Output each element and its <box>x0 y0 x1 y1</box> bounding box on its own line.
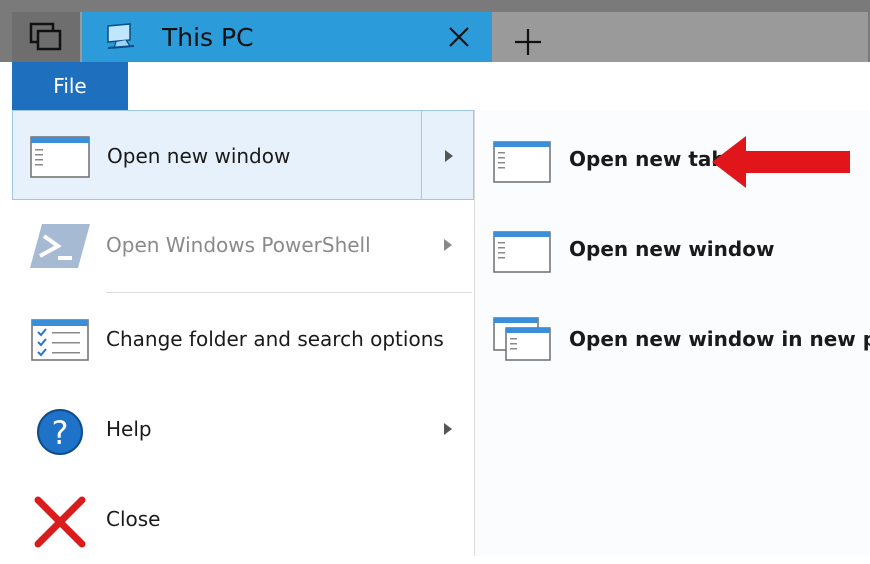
window-icon <box>493 231 551 273</box>
red-arrow-icon <box>712 136 850 188</box>
menu-item-open-powershell: Open Windows PowerShell <box>12 200 474 290</box>
ribbon-bar <box>0 62 870 111</box>
menu-item-label: Open Windows PowerShell <box>106 233 371 257</box>
this-pc-icon <box>107 23 135 49</box>
submenu-item-label: Open new window in new pr <box>569 327 870 351</box>
submenu-item-label: Open new tab <box>569 147 726 171</box>
folder-options-icon <box>31 319 89 361</box>
window-icon <box>30 136 90 178</box>
separator <box>106 292 472 293</box>
tab-this-pc[interactable]: This PC <box>82 12 492 62</box>
svg-text:?: ? <box>52 414 69 452</box>
close-red-icon <box>34 496 86 548</box>
file-tab[interactable]: File <box>12 62 128 110</box>
menu-item-help[interactable]: ? Help <box>12 384 474 474</box>
menu-item-open-new-window[interactable]: Open new window <box>12 110 474 200</box>
help-icon: ? <box>37 409 83 455</box>
tab-title: This PC <box>162 22 254 52</box>
menu-item-label: Open new window <box>107 144 291 168</box>
close-icon <box>449 27 469 47</box>
plus-icon <box>515 29 541 55</box>
window-left-edge <box>0 62 12 556</box>
task-view-button[interactable] <box>12 12 80 62</box>
chevron-right-icon[interactable] <box>442 422 454 436</box>
chevron-right-icon[interactable] <box>443 149 455 163</box>
task-view-icon <box>29 22 62 51</box>
submenu-split <box>421 111 422 199</box>
menu-item-label: Close <box>106 507 161 531</box>
menu-item-close[interactable]: Close <box>12 474 474 564</box>
powershell-icon <box>30 224 90 268</box>
submenu-item-open-new-window[interactable]: Open new window <box>475 204 870 294</box>
submenu-item-label: Open new window <box>569 237 775 261</box>
window-icon <box>493 141 551 183</box>
chevron-right-icon <box>444 239 452 251</box>
file-menu: Open new window Open Windows PowerShell … <box>12 110 475 556</box>
submenu-item-open-new-window-new-process[interactable]: Open new window in new pr <box>475 294 870 384</box>
new-tab-button[interactable] <box>508 22 548 62</box>
menu-item-change-folder-options[interactable]: Change folder and search options <box>12 294 474 384</box>
windows-stack-icon <box>493 317 551 361</box>
menu-item-label: Help <box>106 417 152 441</box>
menu-item-label: Change folder and search options <box>106 327 444 351</box>
close-tab-button[interactable] <box>442 20 476 54</box>
